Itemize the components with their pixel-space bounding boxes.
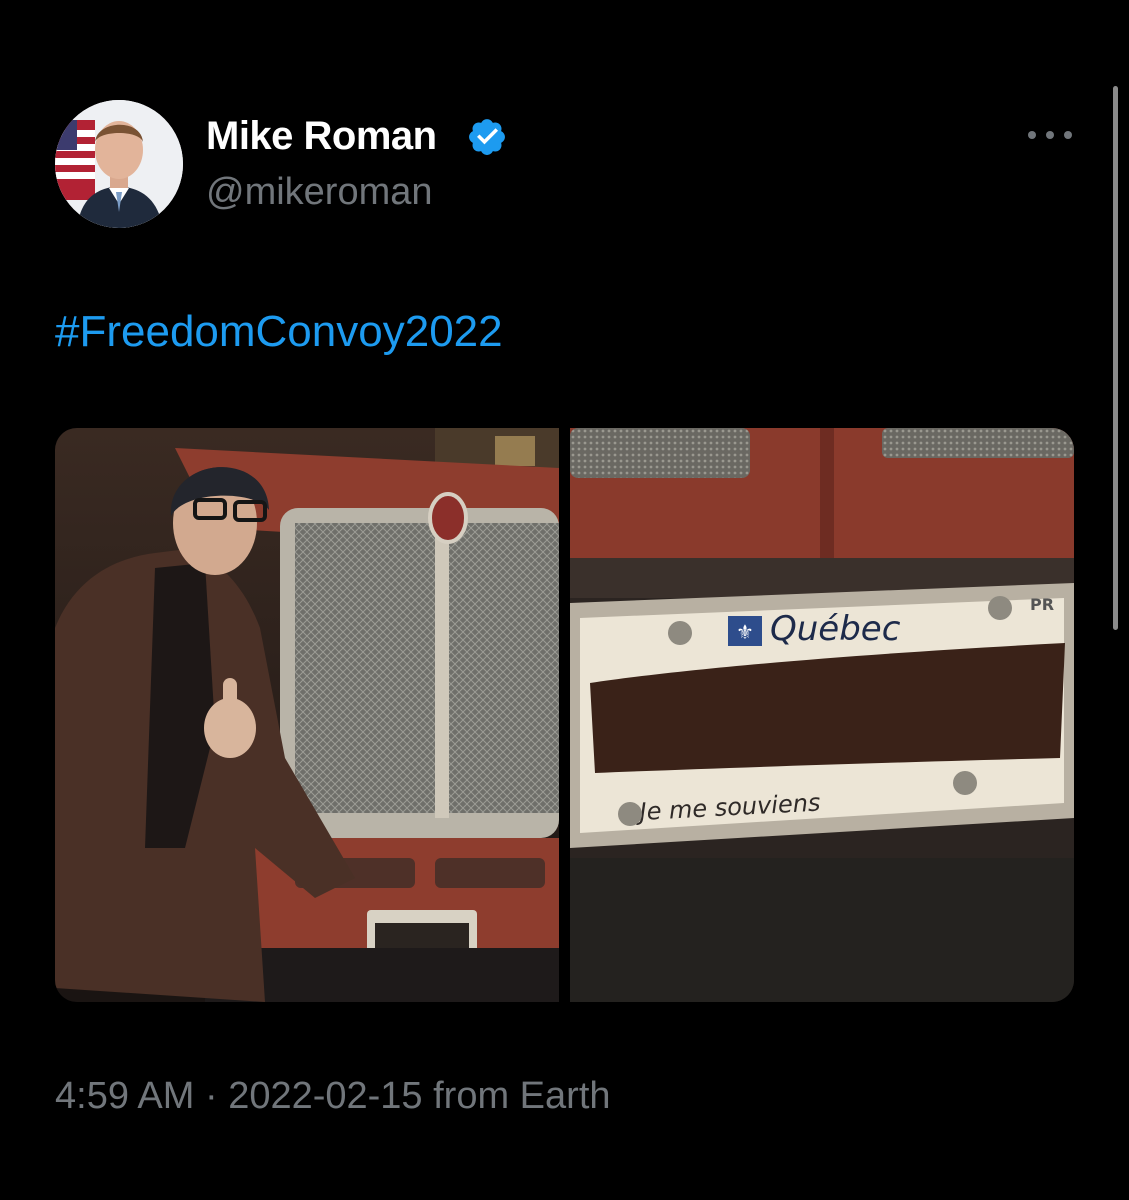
photo-truck-man (55, 428, 559, 1002)
hashtag-link[interactable]: #FreedomConvoy2022 (55, 304, 503, 360)
media-photo-1[interactable] (55, 428, 559, 1002)
ellipsis-icon (1064, 131, 1072, 139)
plate-province-text: Québec (770, 609, 901, 649)
photo-license-plate: ⚜ Québec PR Je me souviens (570, 428, 1074, 1002)
media-photo-2[interactable]: ⚜ Québec PR Je me souviens (570, 428, 1074, 1002)
avatar[interactable] (55, 100, 183, 228)
scrollbar[interactable] (1113, 86, 1118, 630)
avatar-image (55, 100, 183, 228)
display-name[interactable]: Mike Roman (206, 112, 437, 160)
ellipsis-icon (1028, 131, 1036, 139)
handle[interactable]: @mikeroman (206, 168, 433, 216)
tweet-timestamp[interactable]: 4:59 AM · 2022-02-15 from Earth (55, 1072, 611, 1120)
plate-corner-text: PR (1030, 595, 1054, 614)
ellipsis-icon (1046, 131, 1054, 139)
verified-badge-icon (469, 119, 505, 155)
svg-text:⚜: ⚜ (736, 620, 754, 644)
more-options-button[interactable] (1028, 122, 1072, 148)
